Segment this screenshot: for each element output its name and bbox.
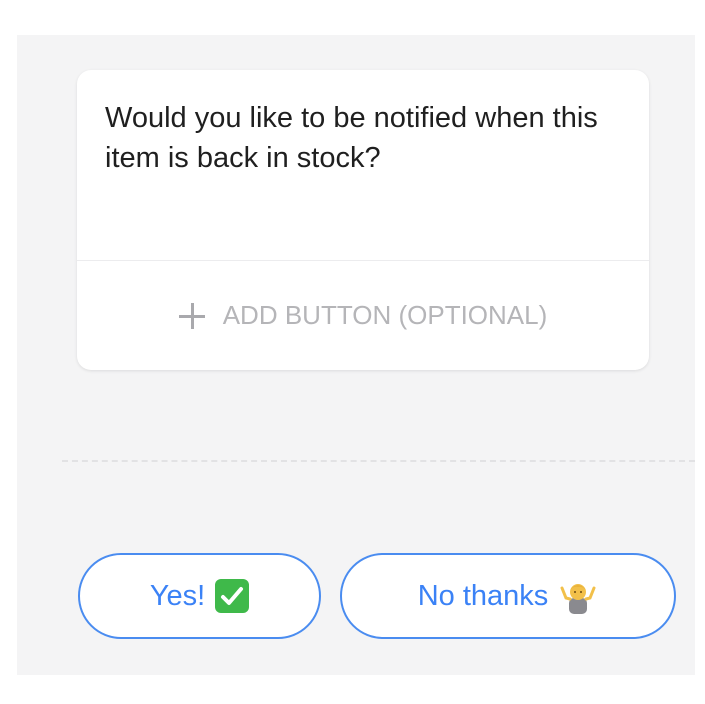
plus-icon	[178, 302, 205, 329]
add-button-label: ADD BUTTON (OPTIONAL)	[222, 300, 548, 330]
yes-reply-button[interactable]: Yes!	[78, 553, 321, 639]
message-card: Would you like to be notified when this …	[77, 70, 649, 370]
person-shrugging-icon	[558, 578, 598, 614]
editor-canvas: Would you like to be notified when this …	[17, 35, 695, 675]
no-thanks-reply-label: No thanks	[417, 579, 549, 612]
no-thanks-reply-button[interactable]: No thanks	[340, 553, 676, 639]
yes-reply-label: Yes!	[149, 579, 206, 612]
add-button-option[interactable]: ADD BUTTON (OPTIONAL)	[77, 261, 649, 370]
check-mark-icon	[215, 579, 250, 613]
section-divider	[62, 460, 695, 462]
message-text[interactable]: Would you like to be notified when this …	[105, 98, 625, 178]
